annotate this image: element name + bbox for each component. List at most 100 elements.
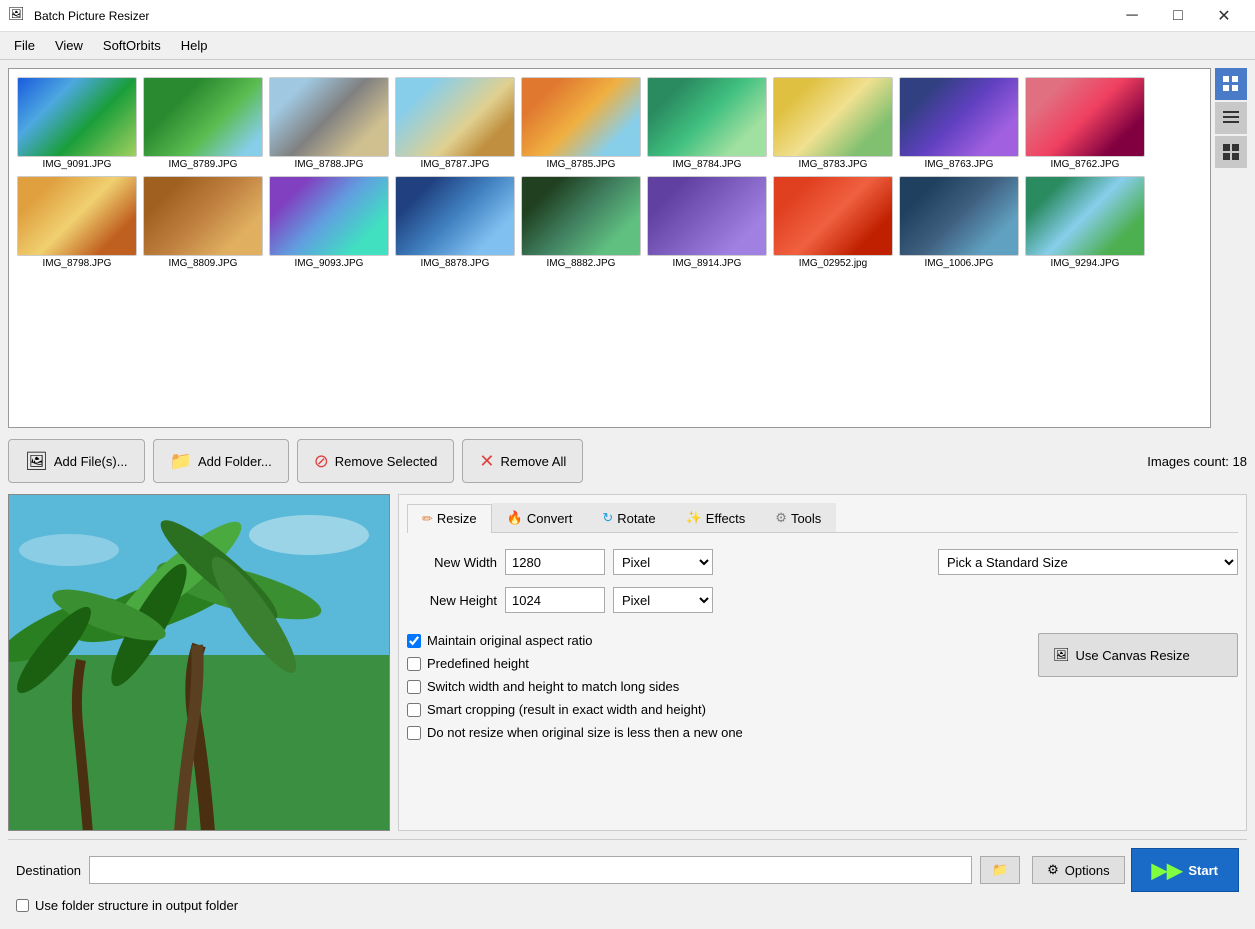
remove-selected-button[interactable]: ⊘ Remove Selected	[297, 439, 455, 483]
tools-tab-icon: ⚙	[775, 510, 787, 526]
image-filename: IMG_8763.JPG	[925, 159, 994, 170]
switch-wh-checkbox[interactable]	[407, 680, 421, 694]
add-files-label: Add File(s)...	[54, 454, 128, 469]
tab-convert[interactable]: 🔥 Convert	[492, 503, 588, 532]
options-panel: ✏ Resize 🔥 Convert ↻ Rotate ✨ Effects ⚙	[398, 494, 1247, 831]
image-filename: IMG_9091.JPG	[43, 159, 112, 170]
options-btn-label: Options	[1065, 863, 1110, 878]
checkboxes-column: Maintain original aspect ratio Predefine…	[407, 633, 1022, 746]
image-thumb-item[interactable]: IMG_9093.JPG	[269, 176, 389, 269]
image-thumb-item[interactable]: IMG_8788.JPG	[269, 77, 389, 170]
new-width-label: New Width	[407, 555, 497, 570]
canvas-resize-label: Use Canvas Resize	[1076, 648, 1190, 663]
browse-folder-button[interactable]: 📁	[980, 856, 1020, 884]
new-width-input[interactable]	[505, 549, 605, 575]
standard-size-select[interactable]: Pick a Standard Size 640x480 800x600 102…	[938, 549, 1238, 575]
remove-all-icon: ✕	[479, 451, 494, 472]
new-height-label: New Height	[407, 593, 497, 608]
tab-effects[interactable]: ✨ Effects	[671, 503, 761, 532]
start-button[interactable]: ▶▶ Start	[1131, 848, 1239, 892]
convert-tab-icon: 🔥	[507, 510, 523, 526]
image-filename: IMG_8878.JPG	[421, 258, 490, 269]
image-thumb-item[interactable]: IMG_8789.JPG	[143, 77, 263, 170]
preview-panel	[8, 494, 390, 831]
new-height-input[interactable]	[505, 587, 605, 613]
smart-crop-label[interactable]: Smart cropping (result in exact width an…	[427, 702, 706, 717]
menu-view[interactable]: View	[45, 34, 93, 57]
canvas-resize-button[interactable]: 🖼 Use Canvas Resize	[1038, 633, 1238, 677]
image-thumb-item[interactable]: IMG_8878.JPG	[395, 176, 515, 269]
remove-selected-label: Remove Selected	[335, 454, 438, 469]
tab-tools[interactable]: ⚙ Tools	[760, 503, 836, 532]
view-list-button[interactable]	[1215, 102, 1247, 134]
switch-wh-label[interactable]: Switch width and height to match long si…	[427, 679, 679, 694]
main-container: IMG_9091.JPG IMG_8789.JPG IMG_8788.JPG I…	[0, 60, 1255, 929]
rotate-tab-label: Rotate	[617, 511, 655, 526]
start-icon: ▶▶	[1152, 858, 1183, 883]
image-filename: IMG_8762.JPG	[1051, 159, 1120, 170]
image-thumb-item[interactable]: IMG_8783.JPG	[773, 77, 893, 170]
maintain-ratio-checkbox[interactable]	[407, 634, 421, 648]
start-label: Start	[1188, 863, 1218, 878]
image-thumb-item[interactable]: IMG_9091.JPG	[17, 77, 137, 170]
predefined-height-checkbox[interactable]	[407, 657, 421, 671]
tab-rotate[interactable]: ↻ Rotate	[587, 503, 670, 532]
height-unit-select[interactable]: Pixel Percent cm inch	[613, 587, 713, 613]
remove-selected-icon: ⊘	[314, 451, 329, 472]
predefined-height-label[interactable]: Predefined height	[427, 656, 529, 671]
menu-softorbits[interactable]: SoftOrbits	[93, 34, 171, 57]
options-button[interactable]: ⚙ Options	[1032, 856, 1124, 884]
smart-crop-row: Smart cropping (result in exact width an…	[407, 702, 1022, 717]
image-thumb-item[interactable]: IMG_8882.JPG	[521, 176, 641, 269]
minimize-button[interactable]: ─	[1109, 0, 1155, 32]
image-filename: IMG_8798.JPG	[43, 258, 112, 269]
maintain-ratio-label[interactable]: Maintain original aspect ratio	[427, 633, 592, 648]
image-thumb-item[interactable]: IMG_8763.JPG	[899, 77, 1019, 170]
image-thumb-item[interactable]: IMG_8809.JPG	[143, 176, 263, 269]
add-folder-button[interactable]: 📁 Add Folder...	[153, 439, 289, 483]
action-buttons: ⚙ Options ▶▶ Start	[1032, 848, 1239, 892]
tab-resize[interactable]: ✏ Resize	[407, 504, 492, 533]
smart-crop-checkbox[interactable]	[407, 703, 421, 717]
image-thumb-item[interactable]: IMG_8914.JPG	[647, 176, 767, 269]
image-thumb-item[interactable]: IMG_8784.JPG	[647, 77, 767, 170]
menu-file[interactable]: File	[4, 34, 45, 57]
add-files-button[interactable]: 🖼 Add File(s)...	[8, 439, 145, 483]
switch-wh-row: Switch width and height to match long si…	[407, 679, 1022, 694]
remove-all-button[interactable]: ✕ Remove All	[462, 439, 583, 483]
app-title: Batch Picture Resizer	[34, 9, 1109, 23]
image-thumb-item[interactable]: IMG_8798.JPG	[17, 176, 137, 269]
maintain-ratio-row: Maintain original aspect ratio	[407, 633, 1022, 648]
image-filename: IMG_02952.jpg	[799, 258, 867, 269]
image-filename: IMG_8789.JPG	[169, 159, 238, 170]
image-thumb-item[interactable]: IMG_8762.JPG	[1025, 77, 1145, 170]
folder-structure-label[interactable]: Use folder structure in output folder	[35, 898, 238, 913]
menu-help[interactable]: Help	[171, 34, 218, 57]
image-thumb-item[interactable]: IMG_1006.JPG	[899, 176, 1019, 269]
image-thumb-item[interactable]: IMG_8785.JPG	[521, 77, 641, 170]
no-resize-checkbox[interactable]	[407, 726, 421, 740]
width-unit-select[interactable]: Pixel Percent cm inch	[613, 549, 713, 575]
view-grid-button[interactable]	[1215, 68, 1247, 100]
image-thumb-item[interactable]: IMG_8787.JPG	[395, 77, 515, 170]
folder-structure-checkbox[interactable]	[16, 899, 29, 912]
image-filename: IMG_8914.JPG	[673, 258, 742, 269]
image-filename: IMG_8785.JPG	[547, 159, 616, 170]
image-filename: IMG_8788.JPG	[295, 159, 364, 170]
destination-input[interactable]	[89, 856, 972, 884]
image-thumb-item[interactable]: IMG_02952.jpg	[773, 176, 893, 269]
view-toggle-panel	[1215, 68, 1247, 428]
canvas-resize-icon: 🖼	[1053, 647, 1070, 663]
add-folder-label: Add Folder...	[198, 454, 272, 469]
add-folder-icon: 📁	[170, 451, 192, 472]
no-resize-label[interactable]: Do not resize when original size is less…	[427, 725, 743, 740]
predefined-height-row: Predefined height	[407, 656, 1022, 671]
close-button[interactable]: ✕	[1201, 0, 1247, 32]
height-field-row: New Height Pixel Percent cm inch	[407, 587, 1238, 613]
image-thumb-item[interactable]: IMG_9294.JPG	[1025, 176, 1145, 269]
folder-structure-row: Use folder structure in output folder	[16, 898, 1239, 913]
image-grid[interactable]: IMG_9091.JPG IMG_8789.JPG IMG_8788.JPG I…	[8, 68, 1211, 428]
maximize-button[interactable]: □	[1155, 0, 1201, 32]
view-table-button[interactable]	[1215, 136, 1247, 168]
image-filename: IMG_8787.JPG	[421, 159, 490, 170]
